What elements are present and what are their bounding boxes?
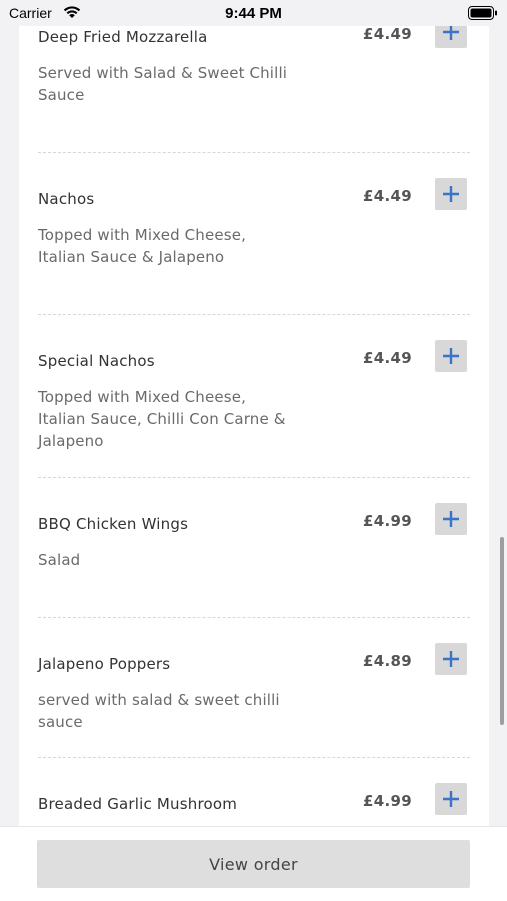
plus-icon [443,511,459,527]
view-order-button[interactable]: View order [37,840,470,888]
item-price: £4.99 [363,792,412,810]
item-description: Served with Salad & Sweet Chilli Sauce [38,64,288,104]
scrollbar[interactable] [500,537,504,725]
add-item-button[interactable] [435,503,467,535]
item-name: Breaded Garlic Mushroom [38,795,238,813]
item-description: Salad [38,551,81,569]
item-name: Deep Fried Mozzarella [38,28,208,46]
item-price: £4.49 [363,349,412,367]
add-item-button[interactable] [435,178,467,210]
item-name: Special Nachos [38,352,155,370]
divider [38,477,470,478]
status-bar: Carrier 9:44 PM [0,0,507,26]
footer-bar: View order [0,826,507,901]
status-time: 9:44 PM [225,5,282,22]
plus-icon [443,651,459,667]
battery-icon [468,6,497,20]
item-description: served with salad & sweet chilli sauce [38,691,280,731]
plus-icon [443,24,459,40]
item-price: £4.99 [363,512,412,530]
item-name: Nachos [38,190,95,208]
item-description: Topped with Mixed Cheese, Italian Sauce … [38,226,246,266]
plus-icon [443,186,459,202]
add-item-button[interactable] [435,783,467,815]
divider [38,757,470,758]
divider [38,314,470,315]
item-price: £4.49 [363,187,412,205]
add-item-button[interactable] [435,643,467,675]
item-price: £4.89 [363,652,412,670]
item-name: Jalapeno Poppers [38,655,171,673]
divider [38,617,470,618]
item-price: £4.49 [363,25,412,43]
item-description: Topped with Mixed Cheese, Italian Sauce,… [38,388,286,450]
item-name: BBQ Chicken Wings [38,515,189,533]
add-item-button[interactable] [435,340,467,372]
plus-icon [443,791,459,807]
plus-icon [443,348,459,364]
divider [38,152,470,153]
